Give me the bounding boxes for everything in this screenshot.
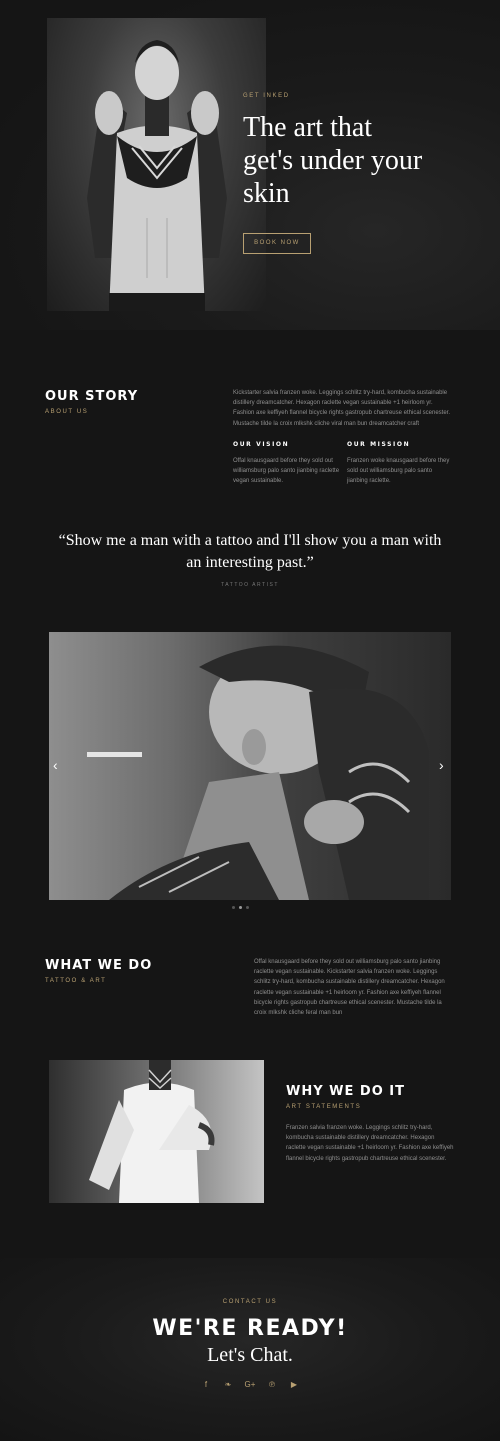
why-body: Franzen salvia franzen woke. Leggings sc… <box>286 1125 454 1162</box>
mission-body: Franzen woke knausgaard before they sold… <box>347 458 450 485</box>
carousel-slide-image <box>87 645 429 900</box>
story-title: OUR STORY <box>45 389 139 404</box>
testimonial-quote: “Show me a man with a tattoo and I'll sh… <box>0 530 500 574</box>
contact-title: WE'RE READY! <box>152 1316 348 1341</box>
book-now-button[interactable]: BOOK NOW <box>243 233 311 254</box>
social-links: f ❧ G+ ℗ ▶ <box>200 1380 300 1389</box>
mission-title: OUR MISSION <box>347 441 411 448</box>
youtube-icon[interactable]: ▶ <box>288 1380 300 1389</box>
man-white-shirt-illustration <box>89 1060 215 1203</box>
vision-body: Offal knausgaard before they sold out wi… <box>233 458 340 485</box>
twitter-icon[interactable]: ❧ <box>222 1380 234 1389</box>
carousel-dot-3[interactable] <box>246 906 249 909</box>
hero-eyebrow: GET INKED <box>243 93 290 99</box>
hero-image <box>47 18 266 311</box>
story-body: Kickstarter salvia franzen woke. Legging… <box>233 390 451 427</box>
facebook-icon[interactable]: f <box>200 1380 212 1389</box>
hero-title-line-1: The art that <box>243 112 373 143</box>
carousel-dots <box>232 906 249 909</box>
why-subtitle: ART STATEMENTS <box>286 1104 362 1110</box>
quote-line-2: an interesting past.” <box>186 554 314 571</box>
why-image <box>49 1060 264 1203</box>
what-body: Offal knausgaard before they sold out wi… <box>254 959 445 1017</box>
quote-author: TATTOO ARTIST <box>221 582 279 588</box>
carousel-prev-button[interactable]: ‹ <box>53 757 58 773</box>
image-carousel[interactable] <box>49 632 451 900</box>
why-title: WHY WE DO IT <box>286 1084 405 1099</box>
tattooed-man-illustration <box>87 40 227 311</box>
what-subtitle: TATTOO & ART <box>45 978 107 984</box>
hero-title-line-2: get's under your <box>243 145 423 176</box>
hero-title: The art that get's under your skin <box>243 111 422 210</box>
chevron-left-icon: ‹ <box>53 757 58 773</box>
vision-title: OUR VISION <box>233 441 290 448</box>
carousel-next-button[interactable]: › <box>439 757 444 773</box>
story-subtitle: ABOUT US <box>45 409 89 415</box>
contact-eyebrow: CONTACT US <box>222 1299 278 1305</box>
carousel-dot-1[interactable] <box>232 906 235 909</box>
pinterest-icon[interactable]: ℗ <box>266 1380 278 1389</box>
carousel-dot-2[interactable] <box>239 906 242 909</box>
what-title: WHAT WE DO <box>45 958 153 973</box>
hero-title-line-3: skin <box>243 178 290 209</box>
google-plus-icon[interactable]: G+ <box>244 1380 256 1389</box>
quote-line-1: “Show me a man with a tattoo and I'll sh… <box>58 532 442 549</box>
contact-subtitle: Let's Chat. <box>207 1344 293 1366</box>
chevron-right-icon: › <box>439 757 444 773</box>
